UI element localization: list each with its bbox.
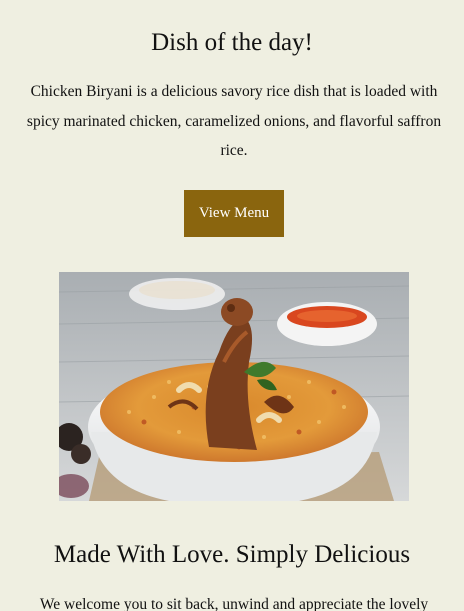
dish-title: Dish of the day! [151, 29, 313, 56]
about-heading: Made With Love. Simply Delicious [53, 541, 411, 568]
view-menu-button[interactable]: View Menu [184, 190, 284, 237]
about-intro-text: We welcome you to sit back, unwind and a… [39, 596, 429, 611]
dish-description: Chicken Biryani is a delicious savory ri… [26, 83, 442, 159]
biryani-photo [59, 272, 409, 501]
